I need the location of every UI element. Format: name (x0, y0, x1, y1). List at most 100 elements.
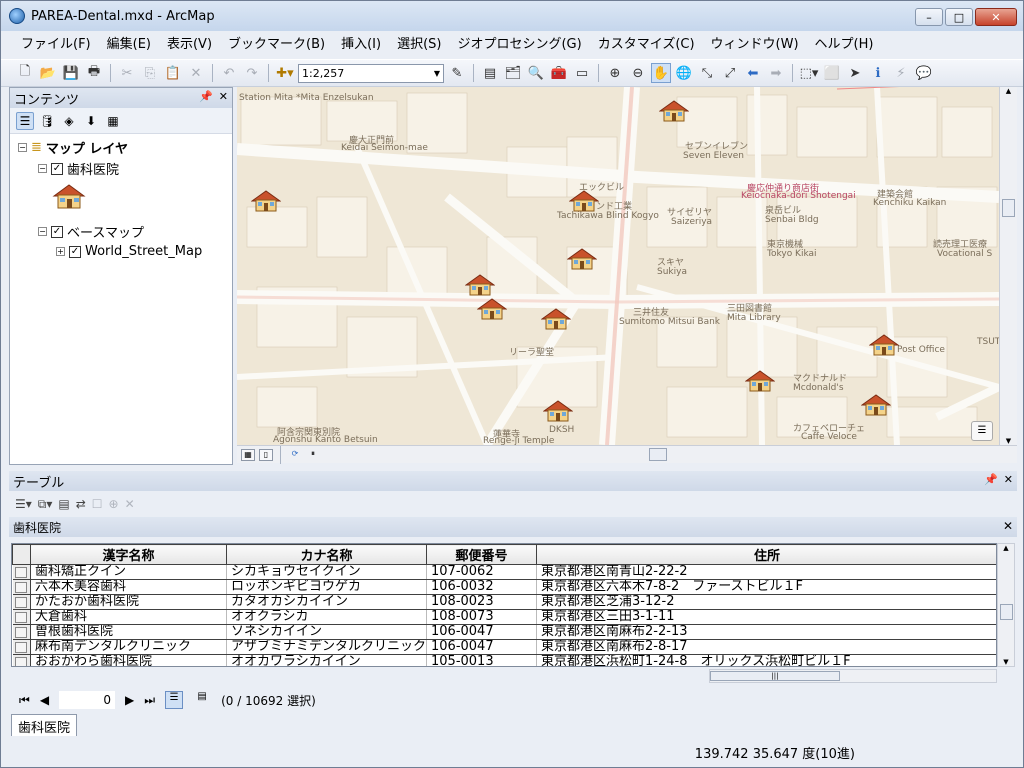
table-row[interactable]: おおかわら歯科医院 オオカワラシカイイン 105-0013 東京都港区浜松町1-24-… (12, 654, 996, 666)
row-selector[interactable] (12, 624, 31, 640)
table-cell[interactable]: 106-0047 (426, 624, 538, 640)
zoom-out-icon[interactable]: ⊖ (628, 63, 648, 83)
identify-icon[interactable]: ℹ (868, 63, 888, 83)
dental-clinic-marker-icon[interactable] (476, 297, 508, 321)
map-scale-dropdown[interactable]: 1:2,257 ▼ (298, 63, 444, 83)
table-cell[interactable]: 歯科矯正クイン (30, 564, 227, 580)
menu-geoprocessing[interactable]: ジオプロセシング(G) (449, 34, 589, 56)
dental-clinic-marker-icon[interactable] (250, 189, 282, 213)
close-icon[interactable]: ✕ (1003, 519, 1013, 533)
column-header[interactable]: 住所 (536, 544, 996, 565)
editor-toolbar-icon[interactable]: ✎ (447, 63, 467, 83)
row-selector[interactable] (12, 594, 31, 610)
redo-icon[interactable]: ↷ (242, 63, 262, 83)
menu-customize[interactable]: カスタマイズ(C) (590, 34, 703, 56)
arctoolbox-icon[interactable]: 🧰 (549, 63, 569, 83)
table-cell[interactable]: かたおか歯科医院 (30, 594, 227, 610)
zoom-to-selected-icon[interactable]: ⊕ (109, 497, 119, 511)
pin-icon[interactable]: 📌 (199, 90, 213, 103)
menu-view[interactable]: 表示(V) (159, 34, 220, 56)
scroll-down-icon[interactable]: ▼ (998, 658, 1014, 666)
back-extent-icon[interactable]: ⬅ (743, 63, 763, 83)
table-row[interactable]: 大倉歯科 オオクラシカ 108-0073 東京都港区三田3-1-11 (12, 609, 996, 625)
table-vertical-scrollbar[interactable]: ▲ ▼ (997, 543, 1015, 667)
tree-row-root[interactable]: − ≣ マップ レイヤ (18, 138, 128, 157)
delete-selected-icon[interactable]: ✕ (125, 497, 135, 511)
menu-file[interactable]: ファイル(F) (13, 34, 99, 56)
menu-edit[interactable]: 編集(E) (99, 34, 159, 56)
select-by-attributes-icon[interactable]: ▤ (58, 497, 69, 511)
dental-clinic-marker-icon[interactable] (568, 189, 600, 213)
table-cell[interactable]: 東京都港区南麻布2-8-17 (536, 639, 996, 655)
pin-icon[interactable]: 📌 (984, 473, 998, 486)
layer-visibility-checkbox[interactable]: ✓ (51, 225, 63, 238)
column-header[interactable]: 漢字名称 (30, 544, 227, 565)
map-horizontal-scroll-thumb[interactable] (649, 448, 667, 461)
table-cell[interactable]: 曽根歯科医院 (30, 624, 227, 640)
switch-selection-icon[interactable]: ⇄ (76, 497, 86, 511)
hyperlink-icon[interactable]: ⚡ (891, 63, 911, 83)
scroll-up-icon[interactable]: ▲ (998, 544, 1014, 552)
collapse-icon[interactable]: − (38, 227, 47, 236)
layout-view-icon[interactable]: ▯ (259, 448, 273, 461)
menu-bookmarks[interactable]: ブックマーク(B) (220, 34, 333, 56)
delete-icon[interactable]: ✕ (186, 63, 206, 83)
table-cell[interactable]: オオクラシカ (226, 609, 428, 625)
forward-extent-icon[interactable]: ➡ (766, 63, 786, 83)
pan-icon[interactable]: ✋ (651, 63, 671, 83)
table-cell[interactable]: ソネシカイイン (226, 624, 428, 640)
scroll-thumb[interactable] (1002, 199, 1015, 217)
close-icon[interactable]: ✕ (219, 90, 228, 103)
list-by-drawing-order-icon[interactable]: ☰ (16, 111, 34, 130)
dental-clinic-marker-icon[interactable] (868, 333, 900, 357)
table-cell[interactable]: 東京都港区六本木7-8-2 ファーストビル１F (536, 579, 996, 595)
table-cell[interactable]: 東京都港区南麻布2-2-13 (536, 624, 996, 640)
dental-clinic-marker-icon[interactable] (860, 393, 892, 417)
open-icon[interactable]: 📂 (38, 63, 58, 83)
map-view[interactable]: Station Mita *Mita Enzelsukan 慶大正門前 Keid… (237, 87, 999, 445)
next-record-icon[interactable]: ▶ (125, 693, 134, 707)
table-tab-dental[interactable]: 歯科医院 (11, 714, 78, 736)
map-vertical-scrollbar[interactable]: ▲ ▼ (999, 87, 1017, 445)
data-view-icon[interactable]: ▦ (241, 448, 255, 461)
table-horizontal-scrollbar[interactable]: ||| (709, 669, 997, 683)
table-cell[interactable]: アザブミナミデンタルクリニック (226, 639, 428, 655)
full-extent-icon[interactable]: 🌐 (674, 63, 694, 83)
row-selector[interactable] (12, 564, 31, 580)
add-data-icon[interactable]: ✚▾ (275, 63, 295, 83)
table-cell[interactable]: おおかわら歯科医院 (30, 654, 227, 666)
row-selector[interactable] (12, 654, 31, 666)
layer-visibility-checkbox[interactable]: ✓ (51, 162, 63, 175)
menu-windows[interactable]: ウィンドウ(W) (703, 34, 807, 56)
table-cell[interactable]: 東京都港区浜松町1-24-8 オリックス浜松町ビル１F (536, 654, 996, 666)
first-record-icon[interactable]: ⏮ (19, 693, 30, 708)
collapse-icon[interactable]: − (38, 164, 47, 173)
undo-icon[interactable]: ↶ (219, 63, 239, 83)
dental-clinic-marker-icon[interactable] (744, 369, 776, 393)
tree-row-basemap-group[interactable]: − ✓ ベースマップ (38, 222, 144, 241)
options-icon[interactable]: ▦ (104, 112, 122, 130)
column-header[interactable]: 郵便番号 (426, 544, 538, 565)
table-cell[interactable]: 六本木美容歯科 (30, 579, 227, 595)
dental-symbol[interactable] (52, 182, 86, 210)
table-cell[interactable]: 105-0013 (426, 654, 538, 666)
paste-icon[interactable]: 📋 (163, 63, 183, 83)
catalog-icon[interactable]: 🗂 (503, 63, 523, 83)
table-cell[interactable]: 東京都港区芝浦3-12-2 (536, 594, 996, 610)
fixed-zoom-out-icon[interactable]: ⤢ (720, 63, 740, 83)
select-features-icon[interactable]: ⬚▾ (799, 63, 819, 83)
menu-selection[interactable]: 選択(S) (389, 34, 449, 56)
scroll-thumb[interactable] (1000, 604, 1013, 620)
table-of-contents-icon[interactable]: ▤ (480, 63, 500, 83)
table-cell[interactable]: オオカワラシカイイン (226, 654, 428, 666)
clear-selection-icon[interactable]: ☐ (92, 497, 103, 511)
table-cell[interactable]: 106-0047 (426, 639, 538, 655)
expand-icon[interactable]: + (56, 247, 65, 256)
previous-record-icon[interactable]: ◀ (40, 693, 49, 707)
scroll-thumb[interactable]: ||| (710, 671, 840, 681)
print-icon[interactable]: 🖶 (84, 63, 104, 83)
table-row[interactable]: かたおか歯科医院 カタオカシカイイン 108-0023 東京都港区芝浦3-12-2 (12, 594, 996, 610)
python-window-icon[interactable]: ▭ (572, 63, 592, 83)
menu-insert[interactable]: 挿入(I) (333, 34, 389, 56)
row-selector[interactable] (12, 579, 31, 595)
